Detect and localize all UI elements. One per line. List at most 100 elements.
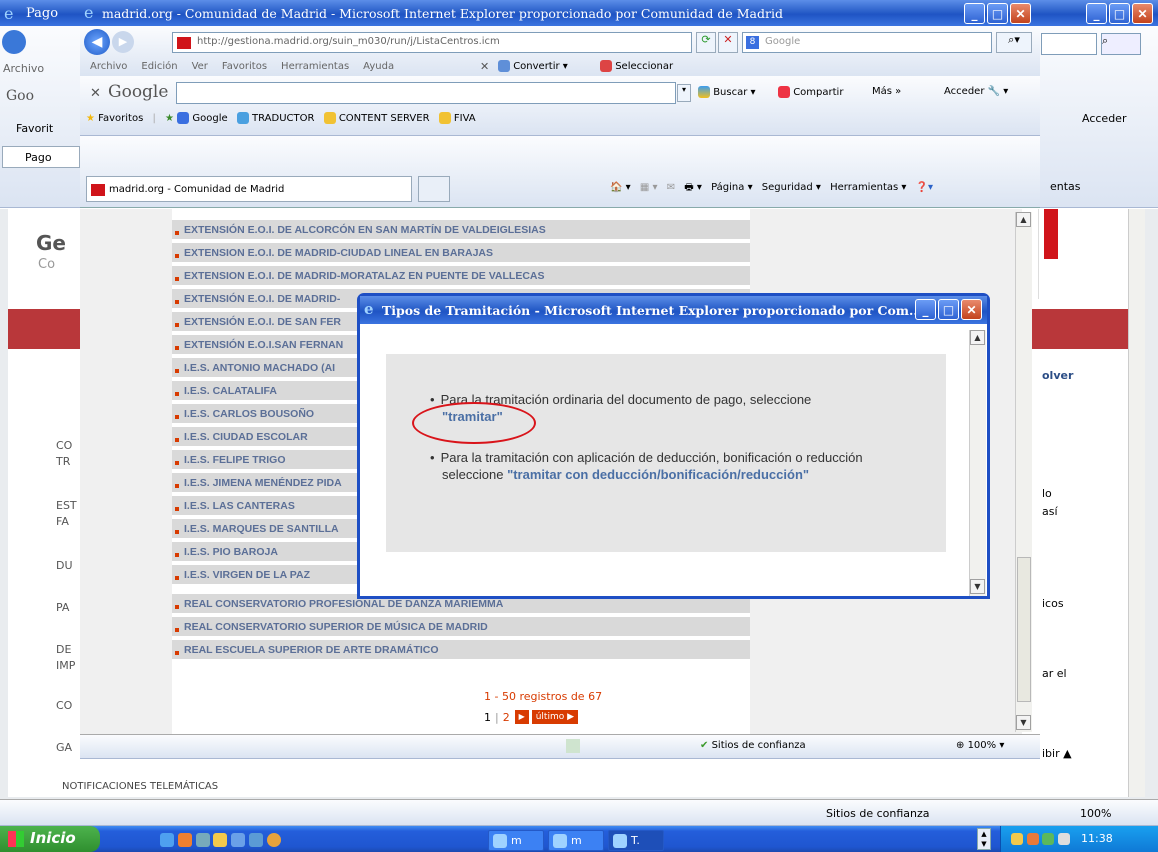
menu-archivo[interactable]: Archivo <box>90 61 127 72</box>
google-mas-button[interactable]: Más » <box>872 86 901 97</box>
main-close-button[interactable]: ✕ <box>1010 3 1031 24</box>
dialog-scrollbar[interactable]: ▲ ▼ <box>969 330 986 596</box>
main-maximize-button[interactable]: □ <box>987 3 1008 24</box>
tray-icon[interactable] <box>1026 833 1039 845</box>
back-close-button[interactable]: ✕ <box>1132 3 1153 24</box>
scroll-down-button[interactable]: ▼ <box>1016 715 1031 730</box>
feeds-icon[interactable]: ▦ ▾ <box>640 182 658 193</box>
back-side-item[interactable]: CO <box>56 699 72 712</box>
tray-icon[interactable] <box>1042 833 1054 845</box>
convertir-button[interactable]: Convertir ▾ <box>498 60 568 72</box>
new-tab-button[interactable] <box>418 176 450 202</box>
google-search-dropdown[interactable]: ▾ <box>677 84 691 102</box>
main-minimize-button[interactable]: _ <box>964 3 985 24</box>
back-side-item[interactable]: IMP <box>56 659 75 672</box>
tab-active[interactable]: madrid.org - Comunidad de Madrid <box>86 176 412 202</box>
refresh-button[interactable]: ⟳ <box>696 32 716 53</box>
back-side-item[interactable]: CO <box>56 439 72 452</box>
doc-quicklaunch-icon[interactable] <box>249 832 264 847</box>
stop-button[interactable]: ✕ <box>718 32 738 53</box>
back-side-item[interactable]: GA <box>56 741 72 754</box>
taskbar-task-active[interactable]: T. <box>608 830 664 851</box>
fav-link-google[interactable]: Google <box>177 112 228 124</box>
back-right-ibir[interactable]: ibir ▲ <box>1042 747 1072 760</box>
back-tab[interactable]: Pago <box>2 146 80 168</box>
main-scrollbar[interactable]: ▲ ▼ <box>1015 212 1032 732</box>
page-2-link[interactable]: 2 <box>503 711 510 724</box>
google-compartir-button[interactable]: Compartir <box>778 86 843 98</box>
app-quicklaunch-icon[interactable] <box>195 832 210 847</box>
back-side-item[interactable]: TR <box>56 455 70 468</box>
zoom-control[interactable]: ⊕ 100% ▾ <box>956 740 1004 751</box>
google-search-input[interactable] <box>176 82 676 104</box>
list-item[interactable]: EXTENSION E.O.I. DE MADRID-MORATALAZ EN … <box>172 266 750 287</box>
favoritos-button[interactable]: ★ Favoritos <box>86 113 143 124</box>
dialog-scroll-up[interactable]: ▲ <box>970 330 985 345</box>
fav-link-fiva[interactable]: FIVA <box>438 112 476 124</box>
back-status-zoom[interactable]: 100% <box>1080 807 1111 820</box>
menu-favoritos[interactable]: Favoritos <box>222 61 267 72</box>
seleccionar-button[interactable]: Seleccionar <box>600 60 673 72</box>
back-acceder[interactable]: Acceder <box>1082 112 1126 125</box>
back-button[interactable]: ◀ <box>84 29 110 55</box>
mail-icon[interactable]: ✉ <box>667 182 675 193</box>
dialog-minimize-button[interactable]: _ <box>915 299 936 320</box>
next-page-button[interactable]: ▶ <box>514 710 529 724</box>
herramientas-menu[interactable]: Herramientas ▾ <box>830 182 906 193</box>
mail-tray-icon[interactable] <box>1011 833 1023 845</box>
taskbar-scroll-buttons[interactable]: ▲ ▼ <box>977 828 991 850</box>
dialog-close-button[interactable]: ✕ <box>961 299 982 320</box>
menu-ayuda[interactable]: Ayuda <box>363 61 394 72</box>
dialog-scroll-down[interactable]: ▼ <box>970 579 985 594</box>
list-item[interactable]: REAL CONSERVATORIO SUPERIOR DE MÚSICA DE… <box>172 617 750 638</box>
back-side-item[interactable]: DU <box>56 559 73 572</box>
dialog-maximize-button[interactable]: □ <box>938 299 959 320</box>
help-icon[interactable]: ❓▾ <box>916 182 933 193</box>
pagina-menu[interactable]: Página ▾ <box>711 182 753 193</box>
google-toolbar-close[interactable]: ✕ <box>90 86 101 101</box>
scroll-thumb[interactable] <box>1017 557 1031 702</box>
tray-icon[interactable] <box>1057 833 1070 845</box>
list-item[interactable]: EXTENSIÓN E.O.I. DE ALCORCÓN EN SAN MART… <box>172 220 750 241</box>
back-side-item[interactable]: DE <box>56 643 71 656</box>
fav-link-traductor[interactable]: TRADUCTOR <box>236 112 314 124</box>
home-icon[interactable]: 🏠 ▾ <box>610 182 631 193</box>
back-menu-archivo[interactable]: Archivo <box>3 62 44 75</box>
scroll-up-button[interactable]: ▲ <box>1016 212 1031 227</box>
back-scrollbar[interactable] <box>1128 209 1145 797</box>
ie-quicklaunch-icon[interactable] <box>160 832 174 847</box>
back-side-item[interactable]: PA <box>56 601 69 614</box>
back-side-item[interactable]: FA <box>56 515 69 528</box>
back-favoritos[interactable]: Favorit <box>16 122 53 135</box>
back-search-button[interactable]: ⌕ <box>1101 33 1141 55</box>
back-herramientas[interactable]: entas <box>1050 180 1081 193</box>
folder-quicklaunch-icon[interactable] <box>213 832 228 847</box>
search-button[interactable]: ⌕▾ <box>996 32 1032 53</box>
seguridad-menu[interactable]: Seguridad ▾ <box>762 182 821 193</box>
add-favorite-icon[interactable]: ★ <box>165 113 174 124</box>
chrome-quicklaunch-icon[interactable] <box>266 832 281 847</box>
menu-edicion[interactable]: Edición <box>141 61 177 72</box>
media-quicklaunch-icon[interactable] <box>177 832 192 847</box>
start-button[interactable]: Inicio <box>0 826 100 852</box>
taskbar-task[interactable]: m <box>488 830 544 851</box>
back-back-button[interactable] <box>2 30 26 54</box>
forward-button[interactable]: ▶ <box>112 31 134 53</box>
back-sidebar-bottom[interactable]: NOTIFICACIONES TELEMÁTICAS <box>62 781 218 792</box>
menu-herramientas[interactable]: Herramientas <box>281 61 349 72</box>
tramitar-deduccion-link[interactable]: "tramitar con deducción/bonificación/red… <box>507 467 809 482</box>
taskbar-task[interactable]: m <box>548 830 604 851</box>
print-icon[interactable]: 🖶 ▾ <box>684 182 702 193</box>
last-page-button[interactable]: último ▶ <box>531 710 579 724</box>
menu-ver[interactable]: Ver <box>192 61 208 72</box>
app2-quicklaunch-icon[interactable] <box>231 832 246 847</box>
google-buscar-button[interactable]: Buscar ▾ <box>698 86 756 98</box>
back-maximize-button[interactable]: □ <box>1109 3 1130 24</box>
google-acceder-button[interactable]: Acceder 🔧 ▾ <box>944 86 1008 97</box>
list-item[interactable]: EXTENSION E.O.I. DE MADRID-CIUDAD LINEAL… <box>172 243 750 264</box>
back-right-volver[interactable]: olver <box>1042 369 1073 382</box>
back-search-field[interactable] <box>1041 33 1097 55</box>
url-field[interactable]: http://gestiona.madrid.org/suin_m030/run… <box>172 32 692 53</box>
back-minimize-button[interactable]: _ <box>1086 3 1107 24</box>
fav-link-content-server[interactable]: CONTENT SERVER <box>323 112 430 124</box>
